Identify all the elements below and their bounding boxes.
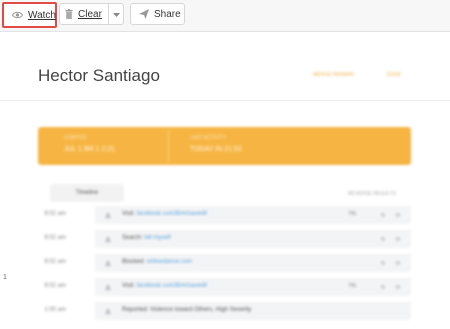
send-icon <box>139 9 149 19</box>
dot-icon[interactable] <box>396 237 400 241</box>
list-item[interactable]: 9:02 am Visit: facebook.com/B/m/savedif … <box>38 204 411 226</box>
row-text: Visit: facebook.com/B/m/savedif <box>122 211 207 217</box>
watch-button[interactable]: Watch <box>2 2 57 28</box>
clear-dropdown-button[interactable] <box>108 3 124 25</box>
row-tag: TBL <box>348 283 358 289</box>
caret-down-icon <box>112 9 120 20</box>
dot-icon[interactable] <box>381 213 385 217</box>
list-item[interactable]: 1:00 am Reported: Violence toward Others… <box>38 300 411 322</box>
watch-label: Watch <box>28 9 56 21</box>
dot-icon[interactable] <box>396 285 400 289</box>
banner-right-value: TODAY IN 21:52 <box>190 146 242 153</box>
list-item[interactable]: 9:02 am Visit: facebook.com/B/m/savedif … <box>38 276 411 298</box>
row-time: 1:00 am <box>44 307 66 313</box>
row-time: 9:02 am <box>44 211 66 217</box>
banner-separator <box>168 130 169 162</box>
profile-name: Hector Santiago <box>38 66 160 85</box>
row-text: Visit: facebook.com/B/m/savedif <box>122 283 207 289</box>
row-link[interactable]: onlinedance.com <box>147 259 192 265</box>
banner-right-label: LAST ACTIVITY <box>190 135 227 141</box>
row-text: Blocked: onlinedance.com <box>122 259 193 265</box>
warning-icon <box>105 212 111 218</box>
warning-icon <box>105 308 111 314</box>
dot-icon[interactable] <box>381 261 385 265</box>
summary-banner: STARTED JUL 1 BR 1 2:21 LAST ACTIVITY TO… <box>38 127 411 165</box>
clear-button[interactable]: Clear <box>59 3 108 25</box>
row-time: 9:02 am <box>44 235 66 241</box>
row-text: Reported: Violence toward Others, High S… <box>122 307 252 313</box>
banner-left-value: JUL 1 BR 1 2:21 <box>64 146 116 153</box>
eye-icon <box>11 11 24 19</box>
header-link-edge[interactable]: EDGE <box>387 72 401 78</box>
dot-icon[interactable] <box>396 261 400 265</box>
reverse-results-link[interactable]: REVERSE RESULTS <box>348 191 396 197</box>
warning-icon <box>105 284 111 290</box>
dot-icon[interactable] <box>396 213 400 217</box>
profile-content: Hector Santiago MERGE REMARK EDGE STARTE… <box>0 32 450 329</box>
row-text: Search: bill myself <box>122 235 171 241</box>
share-label: Share <box>154 8 181 20</box>
toolbar: Watch Clear Share <box>0 0 450 32</box>
list-item[interactable]: 9:02 am Search: bill myself <box>38 228 411 250</box>
dot-icon[interactable] <box>381 237 385 241</box>
page-marker: 1 <box>3 274 7 281</box>
row-time: 9:02 am <box>44 283 66 289</box>
share-button[interactable]: Share <box>130 3 185 25</box>
row-link[interactable]: facebook.com/B/m/savedif <box>137 211 207 217</box>
banner-left-label: STARTED <box>64 135 87 141</box>
tab-timeline[interactable]: Timeline <box>50 184 124 202</box>
row-link[interactable]: facebook.com/B/m/savedif <box>137 283 207 289</box>
header-link-merge[interactable]: MERGE REMARK <box>313 72 354 78</box>
trash-icon <box>65 9 73 19</box>
row-time: 9:02 am <box>44 259 66 265</box>
row-link[interactable]: bill myself <box>144 235 170 241</box>
warning-icon <box>105 236 111 242</box>
row-tag: TBL <box>348 211 358 217</box>
clear-label: Clear <box>78 8 102 20</box>
divider <box>0 100 450 101</box>
dot-icon[interactable] <box>381 285 385 289</box>
warning-icon <box>105 260 111 266</box>
list-item[interactable]: 9:02 am Blocked: onlinedance.com <box>38 252 411 274</box>
